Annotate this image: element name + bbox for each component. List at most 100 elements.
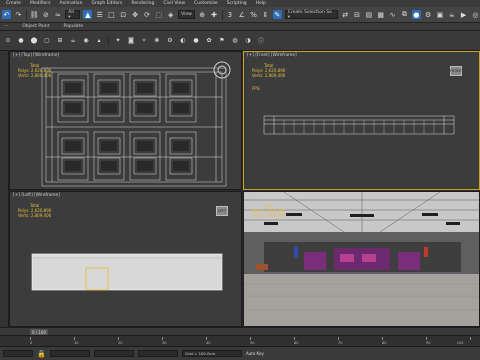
viewport-perspective[interactable]: [+] [Perspective] [Shaded] Total Polys: …	[243, 191, 480, 327]
angle-snap-icon[interactable]: ∠	[237, 10, 246, 19]
undo-icon[interactable]: ↶	[2, 10, 11, 19]
schematic-icon[interactable]: ⧉	[400, 10, 409, 19]
render-setup-icon[interactable]: ⚙	[424, 10, 433, 19]
rect-select-icon[interactable]: □	[107, 10, 116, 19]
tick-label: 60	[294, 341, 299, 345]
scale-icon[interactable]: ⬚	[154, 10, 163, 19]
percent-snap-icon[interactable]: %	[249, 10, 258, 19]
secondary-toolbar: ⊙ ● ⬤ ▢ ⊞ ☕ ◉ ▴ ✦ ◙ ✧ ❀ ⚙ ◐ ● ✿ ⚑ ◍ ◑ ⓘ	[0, 31, 480, 51]
cylinder-icon[interactable]: ◉	[82, 37, 90, 45]
named-selection-dropdown[interactable]: Create Selection Se ▾	[284, 10, 338, 20]
left-elevation-wireframe	[31, 253, 223, 291]
auto-key-label[interactable]: Auto Key	[246, 351, 264, 356]
tick-mark	[250, 337, 251, 340]
select-by-name-icon[interactable]: ☰	[95, 10, 104, 19]
menu-help[interactable]: Help	[256, 1, 266, 6]
light-icon[interactable]: ✦	[114, 37, 122, 45]
main-toolbar: ↶ ↷ ⛓ ⊘ ≈ All ▾ ▲ ☰ □ ⊡ ✥ ⟳ ⬚ ◈ View ⊕ ✚…	[0, 7, 480, 23]
spacewarp-icon[interactable]: ❀	[153, 37, 161, 45]
z-coordinate-field[interactable]	[138, 350, 178, 357]
menu-customize[interactable]: Customize	[194, 1, 218, 6]
pin-icon[interactable]: ⊙	[4, 37, 12, 45]
cone-icon[interactable]: ▴	[95, 37, 103, 45]
menu-modifiers[interactable]: Modifiers	[30, 1, 51, 6]
x-coordinate-field[interactable]	[50, 350, 90, 357]
layer-icon[interactable]: ▤	[364, 10, 373, 19]
render-frame-icon[interactable]: ▣	[436, 10, 445, 19]
y-coordinate-field[interactable]	[94, 350, 134, 357]
pivot-icon[interactable]: ⊕	[198, 10, 207, 19]
render-icon[interactable]: ☕	[447, 10, 456, 19]
info-icon[interactable]: ⓘ	[257, 37, 265, 45]
menu-rendering[interactable]: Rendering	[131, 1, 154, 6]
menu-civil-view[interactable]: Civil View	[163, 1, 185, 6]
viewport-top[interactable]: [+] [Top] [Wireframe] Total Polys: 2,620…	[9, 51, 242, 190]
time-slider[interactable]: 0 / 100	[0, 327, 480, 335]
bind-icon[interactable]: ≈	[53, 10, 62, 19]
trackbar[interactable]: 0 10 20 30 40 50 60 70 80 90 100	[0, 335, 480, 346]
ribbon-tab-modeling[interactable]: ···	[4, 24, 8, 29]
sphere-icon[interactable]: ●	[17, 37, 25, 45]
material-editor-icon[interactable]: ●	[411, 10, 421, 19]
spinner-snap-icon[interactable]: ⇕	[261, 10, 270, 19]
system-icon[interactable]: ⚙	[166, 37, 174, 45]
unlink-icon[interactable]: ⊘	[42, 10, 51, 19]
window-crossing-icon[interactable]: ⊡	[119, 10, 128, 19]
tick-label: 0	[30, 341, 33, 345]
align-icon[interactable]: ⊟	[353, 10, 362, 19]
top-floor-plan-wireframe	[41, 61, 231, 187]
box-icon[interactable]: ▢	[43, 37, 51, 45]
tick-label: 50	[250, 341, 255, 345]
tick-mark	[162, 337, 163, 340]
render-production-icon[interactable]: ▶	[459, 10, 468, 19]
tick-label: 100	[456, 341, 464, 345]
mirror-icon[interactable]: ⇄	[341, 10, 350, 19]
tick-mark	[74, 337, 75, 340]
trackbar-ticks: 0 10 20 30 40 50 60 70 80 90 100	[30, 337, 471, 346]
viewport-label[interactable]: [+] [Perspective] [Shaded]	[247, 193, 304, 198]
teapot-icon[interactable]: ☕	[69, 37, 77, 45]
viewport-front[interactable]: [+] [Front] [Wireframe] Total Polys: 2,6…	[243, 51, 480, 190]
move-icon[interactable]: ✥	[131, 10, 140, 19]
graphite-icon[interactable]: ▦	[376, 10, 385, 19]
selection-filter-dropdown[interactable]: All ▾	[65, 10, 81, 20]
flag-icon[interactable]: ⚑	[218, 37, 226, 45]
lock-icon[interactable]: 🔒	[37, 349, 46, 358]
select-object-icon[interactable]: ▲	[83, 10, 93, 19]
ribbon-tab-populate[interactable]: Populate	[64, 24, 84, 29]
dot-icon[interactable]: ●	[192, 37, 200, 45]
globe-icon[interactable]: ◍	[231, 37, 239, 45]
maxscript-listener[interactable]	[3, 350, 33, 357]
a360-icon[interactable]: ◎	[471, 10, 480, 19]
status-bar: 🔒 Grid = 100.0cm Auto Key	[0, 346, 480, 360]
front-elevation-wireframe	[263, 115, 455, 135]
select-manipulate-icon[interactable]: ✚	[210, 10, 219, 19]
tick-mark	[206, 337, 207, 340]
tick-mark	[470, 337, 471, 340]
snaps-icon[interactable]: 3	[225, 10, 234, 19]
menu-bar: Create Modifiers Animation Graph Editors…	[0, 0, 480, 7]
ribbon-tab-object-paint[interactable]: Object Paint	[22, 24, 49, 29]
expand-icon[interactable]: ⊞	[56, 37, 64, 45]
menu-create[interactable]: Create	[6, 1, 21, 6]
helper-icon[interactable]: ✧	[140, 37, 148, 45]
select-icon[interactable]: ⬤	[30, 37, 38, 45]
gear-icon[interactable]: ✿	[205, 37, 213, 45]
edit-named-selection-icon[interactable]: ✎	[272, 10, 282, 19]
menu-animation[interactable]: Animation	[60, 1, 83, 6]
curve-editor-icon[interactable]: ∿	[388, 10, 397, 19]
menu-scripting[interactable]: Scripting	[227, 1, 247, 6]
verts-value: 2,809,406	[264, 213, 286, 218]
shading-icon[interactable]: ◑	[244, 37, 252, 45]
tick-label: 40	[206, 341, 211, 345]
menu-graph-editors[interactable]: Graph Editors	[91, 1, 122, 6]
reference-coord-dropdown[interactable]: View	[178, 10, 195, 19]
viewport-left[interactable]: [+] [Left] [Wireframe] Total Polys: 2,62…	[9, 191, 242, 327]
redo-icon[interactable]: ↷	[14, 10, 23, 19]
rotate-icon[interactable]: ⟳	[143, 10, 152, 19]
color-icon[interactable]: ◐	[179, 37, 187, 45]
link-icon[interactable]: ⛓	[30, 10, 39, 19]
camera-icon[interactable]: ◙	[127, 37, 135, 45]
place-icon[interactable]: ◈	[166, 10, 175, 19]
verts-label: Verts:	[252, 213, 264, 218]
